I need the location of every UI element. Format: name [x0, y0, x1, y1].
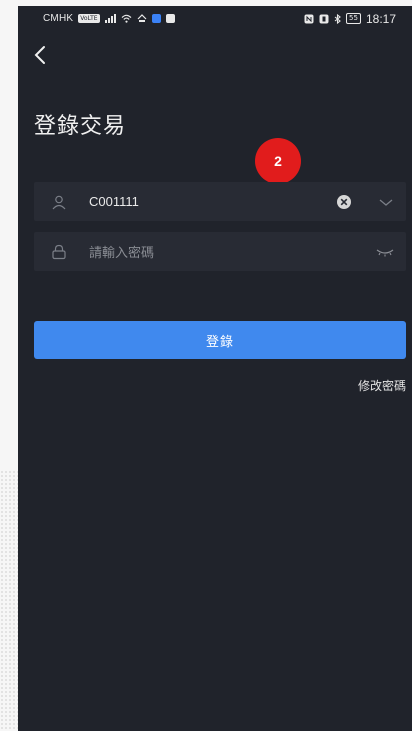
page-title: 登錄交易 [34, 114, 127, 139]
bluetooth-icon [334, 13, 341, 24]
signal-icon [104, 14, 116, 23]
background-pattern [0, 470, 18, 731]
password-field[interactable]: 請輸入密碼 [34, 232, 406, 271]
step-number-badge: 2 [255, 138, 301, 184]
vibrate-icon [319, 14, 329, 23]
user-icon [51, 194, 67, 210]
hotspot-icon [137, 14, 146, 22]
lock-icon [51, 244, 67, 260]
message-icon [165, 14, 175, 23]
status-bar-left: CMHK VoLTE [43, 13, 175, 24]
change-password-link[interactable]: 修改密碼 [358, 377, 406, 394]
account-field[interactable]: C001111 [34, 182, 406, 221]
wifi-icon [121, 14, 131, 23]
carrier-name: CMHK [43, 13, 74, 24]
eye-closed-icon[interactable] [376, 245, 394, 259]
nfc-icon [304, 14, 314, 23]
chevron-left-icon [34, 46, 45, 64]
status-bar-right: 55 18:17 [304, 12, 396, 26]
back-button[interactable] [32, 43, 52, 67]
account-input[interactable]: C001111 [89, 194, 336, 209]
status-bar: CMHK VoLTE 55 18:17 [18, 6, 412, 31]
battery-icon: 55 [346, 13, 361, 24]
app-notification-icon [151, 14, 161, 23]
status-time: 18:17 [365, 11, 396, 26]
clear-circle-icon[interactable] [336, 194, 352, 210]
password-input[interactable]: 請輸入密碼 [89, 242, 376, 261]
volte-badge: VoLTE [78, 14, 100, 23]
phone-screen: CMHK VoLTE 55 18:17 登錄交易 2 C001111 請輸入密碼… [18, 6, 412, 731]
chevron-down-icon[interactable] [378, 194, 394, 210]
login-button[interactable]: 登錄 [34, 321, 406, 359]
